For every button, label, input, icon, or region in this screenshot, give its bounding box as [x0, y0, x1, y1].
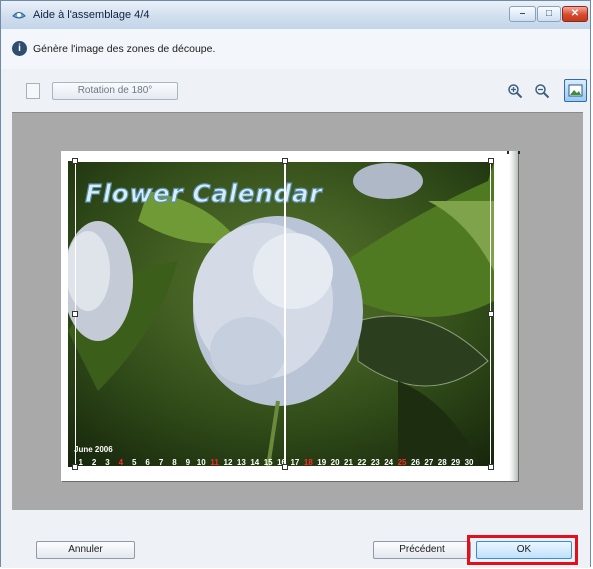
crop-handle[interactable]	[72, 464, 78, 470]
previous-button[interactable]: Précédent	[373, 541, 471, 559]
cancel-button[interactable]: Annuler	[36, 541, 135, 559]
window-title: Aide à l'assemblage 4/4	[33, 9, 150, 21]
title-bar: Aide à l'assemblage 4/4 – □ ✕	[1, 1, 590, 30]
preview-area: Flower Calendar June 2006 1 2 3 4 5 6 7 8 9 10 11 1…	[12, 112, 583, 511]
close-button[interactable]: ✕	[562, 6, 588, 22]
crop-handle[interactable]	[488, 158, 494, 164]
crop-region-left[interactable]	[75, 161, 285, 467]
fit-to-window-icon	[568, 84, 583, 97]
app-icon	[12, 12, 26, 19]
ok-highlight-box	[467, 535, 578, 565]
scan-right-edge	[509, 151, 518, 481]
rotate-icon	[26, 83, 40, 99]
minimize-icon: –	[519, 8, 526, 19]
crop-region-right[interactable]	[285, 161, 491, 467]
zoom-in-icon[interactable]	[507, 83, 523, 99]
fit-to-window-button[interactable]	[564, 79, 587, 102]
crop-handle[interactable]	[488, 311, 494, 317]
close-icon: ✕	[570, 8, 580, 19]
assembly-dialog: Aide à l'assemblage 4/4 – □ ✕ i Génère l…	[0, 0, 591, 568]
minimize-button[interactable]: –	[509, 6, 536, 22]
info-icon: i	[12, 41, 27, 56]
crop-handle[interactable]	[72, 158, 78, 164]
instruction-text: Génère l'image des zones de découpe.	[33, 43, 216, 55]
crop-handle[interactable]	[282, 158, 288, 164]
maximize-button[interactable]: □	[537, 6, 561, 22]
rotate-180-button[interactable]: Rotation de 180°	[52, 82, 178, 100]
crop-handle[interactable]	[282, 464, 288, 470]
crop-handle[interactable]	[72, 311, 78, 317]
instruction-bar: i Génère l'image des zones de découpe.	[1, 29, 590, 69]
crop-handle[interactable]	[488, 464, 494, 470]
scanned-image: Flower Calendar June 2006 1 2 3 4 5 6 7 8 9 10 11 1…	[61, 151, 520, 481]
zoom-out-icon[interactable]	[534, 83, 550, 99]
maximize-icon: □	[545, 8, 553, 19]
